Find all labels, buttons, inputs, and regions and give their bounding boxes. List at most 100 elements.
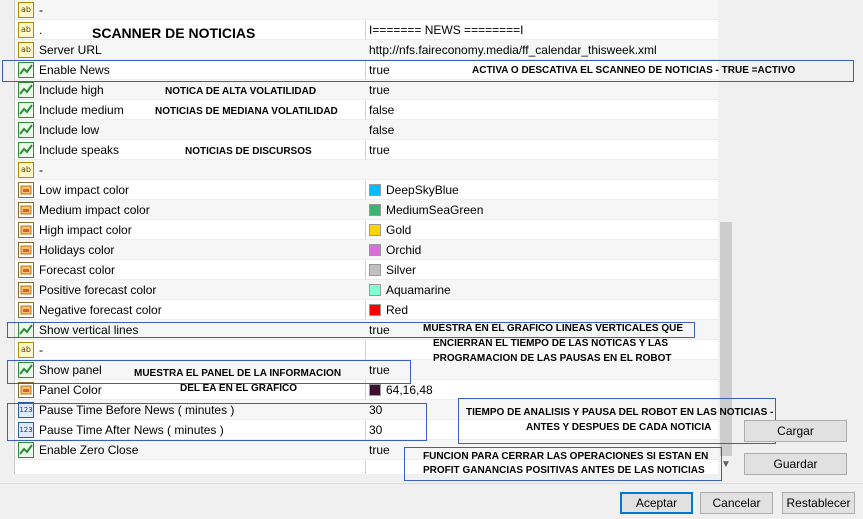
param-name: Positive forecast color — [39, 283, 157, 297]
annotation-zero-close-1: FUNCION PARA CERRAR LAS OPERACIONES SI E… — [423, 451, 709, 462]
param-value-text: true — [369, 83, 390, 97]
param-value[interactable]: Orchid — [369, 240, 421, 260]
param-row[interactable]: Include speaks true — [15, 140, 719, 160]
annotation-include-speaks: NOTICIAS DE DISCURSOS — [185, 146, 312, 157]
color-swatch — [369, 304, 381, 316]
param-value[interactable]: DeepSkyBlue — [369, 180, 459, 200]
param-name: Include medium — [39, 103, 124, 117]
param-name: Negative forecast color — [39, 303, 162, 317]
annotation-pause-1: TIEMPO DE ANALISIS Y PAUSA DEL ROBOT EN … — [466, 407, 774, 418]
color-param-icon — [18, 262, 34, 278]
param-value-text: false — [369, 103, 395, 117]
color-param-icon — [18, 282, 34, 298]
param-row[interactable]: Positive forecast color Aquamarine — [15, 280, 719, 300]
param-value-text: Red — [386, 303, 409, 317]
color-swatch — [369, 264, 381, 276]
param-value[interactable]: MediumSeaGreen — [369, 200, 483, 220]
annotation-pause-2: ANTES Y DESPUES DE CADA NOTICIA — [526, 422, 712, 433]
text-param-icon: ab — [18, 22, 34, 38]
param-name: - — [39, 163, 43, 177]
param-value[interactable]: Aquamarine — [369, 280, 451, 300]
annotation-include-high: NOTICA DE ALTA VOLATILIDAD — [165, 86, 317, 97]
param-value-text: Aquamarine — [386, 283, 451, 297]
param-name: - — [39, 343, 43, 357]
param-name: Include speaks — [39, 143, 120, 157]
param-value-text: Orchid — [386, 243, 422, 257]
color-swatch — [369, 384, 381, 396]
annotation-vertical-lines-3: PROGRAMACION DE LAS PAUSAS EN EL ROBOT — [433, 353, 672, 364]
param-name: Enable Zero Close — [39, 443, 139, 457]
annotation-vertical-lines-1: MUESTRA EN EL GRAFICO LINEAS VERTICALES … — [423, 323, 684, 334]
param-row[interactable]: ab - — [15, 160, 719, 180]
param-value-text: Gold — [386, 223, 412, 237]
text-param-icon: ab — [18, 162, 34, 178]
param-value[interactable]: Silver — [369, 260, 416, 280]
color-param-icon — [18, 242, 34, 258]
param-row[interactable]: Negative forecast color Red — [15, 300, 719, 320]
param-row[interactable]: ab - — [15, 0, 719, 20]
param-name: Server URL — [39, 43, 102, 57]
annotation-show-panel-1: MUESTRA EL PANEL DE LA INFORMACION — [134, 368, 342, 379]
param-name: . — [39, 23, 43, 37]
param-value-text: false — [369, 123, 395, 137]
bool-param-icon — [18, 82, 34, 98]
annotation-show-panel-2: DEL EA EN EL GRAFICO — [180, 383, 298, 394]
bool-param-icon — [18, 102, 34, 118]
param-value-text: Silver — [386, 263, 417, 277]
annotation-box-pause-params — [7, 403, 427, 441]
param-value[interactable]: false — [369, 100, 394, 120]
bool-param-icon — [18, 122, 34, 138]
param-value[interactable]: false — [369, 120, 394, 140]
param-row[interactable]: Forecast color Silver — [15, 260, 719, 280]
param-value[interactable]: Red — [369, 300, 408, 320]
param-value[interactable]: I======= NEWS ========I — [369, 20, 523, 40]
param-row[interactable]: Holidays color Orchid — [15, 240, 719, 260]
reset-button[interactable]: Restablecer — [782, 492, 855, 514]
param-value-text: MediumSeaGreen — [386, 203, 484, 217]
color-param-icon — [18, 222, 34, 238]
param-name: Holidays color — [39, 243, 115, 257]
param-row[interactable]: Include low false — [15, 120, 719, 140]
annotation-zero-close-2: PROFIT GANANCIAS POSITIVAS ANTES DE LAS … — [423, 465, 705, 476]
text-param-icon: ab — [18, 42, 34, 58]
param-value[interactable]: true — [369, 440, 390, 460]
param-value[interactable]: true — [369, 140, 390, 160]
param-name: Low impact color — [39, 183, 130, 197]
color-swatch — [369, 224, 381, 236]
param-name: Include low — [39, 123, 100, 137]
color-swatch — [369, 204, 381, 216]
color-param-icon — [18, 202, 34, 218]
param-row[interactable]: High impact color Gold — [15, 220, 719, 240]
param-name: - — [39, 3, 43, 17]
param-name: High impact color — [39, 223, 132, 237]
color-param-icon — [18, 382, 34, 398]
color-swatch — [369, 284, 381, 296]
accept-button[interactable]: Aceptar — [620, 492, 693, 514]
param-value-text: http://nfs.faireconomy.media/ff_calendar… — [369, 43, 657, 57]
annotation-scanner-title: SCANNER DE NOTICIAS — [92, 25, 256, 41]
param-value-text: true — [369, 143, 390, 157]
param-row[interactable]: ab Server URL http://nfs.faireconomy.media… — [15, 40, 719, 60]
param-value[interactable]: Gold — [369, 220, 411, 240]
annotation-enable-news: ACTIVA O DESCATIVA EL SCANNEO DE NOTICIA… — [472, 65, 796, 76]
text-param-icon: ab — [18, 342, 34, 358]
color-param-icon — [18, 182, 34, 198]
param-value[interactable]: true — [369, 80, 390, 100]
color-swatch — [369, 184, 381, 196]
bool-param-icon — [18, 142, 34, 158]
param-row[interactable]: Include high true — [15, 80, 719, 100]
cancel-button[interactable]: Cancelar — [700, 492, 773, 514]
color-param-icon — [18, 302, 34, 318]
param-value-text: DeepSkyBlue — [386, 183, 459, 197]
save-button[interactable]: Guardar — [744, 453, 847, 475]
param-value-text: 64,16,48 — [386, 383, 433, 397]
param-value[interactable]: http://nfs.faireconomy.media/ff_calendar… — [369, 40, 657, 60]
param-row[interactable]: Include medium false — [15, 100, 719, 120]
param-row[interactable]: Low impact color DeepSkyBlue — [15, 180, 719, 200]
text-param-icon: ab — [18, 2, 34, 18]
param-row[interactable]: Medium impact color MediumSeaGreen — [15, 200, 719, 220]
load-button[interactable]: Cargar — [744, 420, 847, 442]
param-name: Medium impact color — [39, 203, 150, 217]
param-name: Include high — [39, 83, 104, 97]
dialog-separator — [0, 483, 863, 484]
